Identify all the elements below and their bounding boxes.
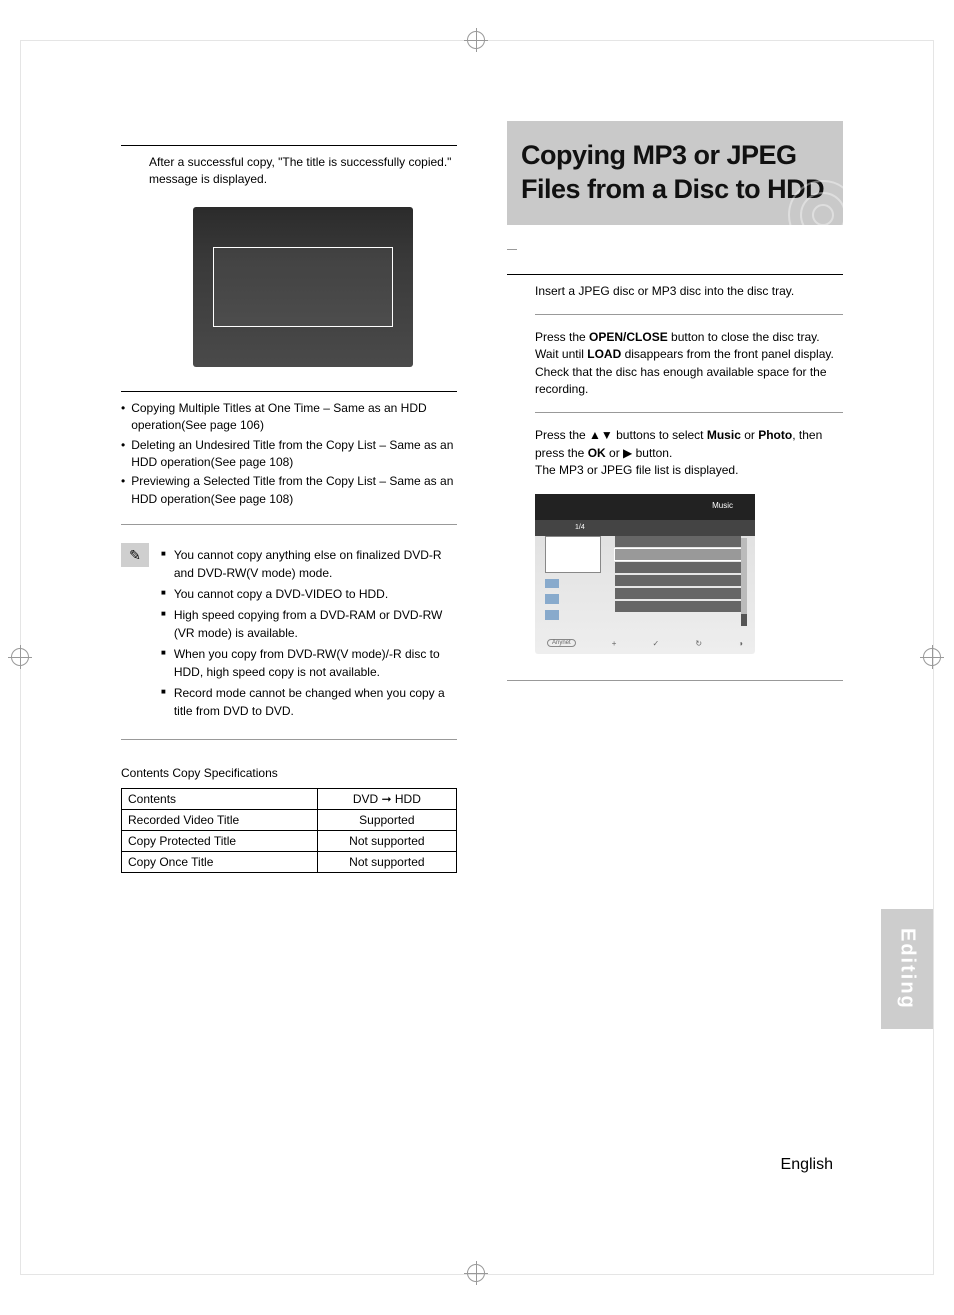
list-item: [615, 601, 741, 612]
photo-icon: [545, 610, 559, 620]
divider: [507, 274, 843, 275]
divider: [121, 145, 457, 146]
footer-language: English: [781, 1156, 833, 1173]
two-column-layout: After a successful copy, "The title is s…: [21, 41, 933, 913]
step-marker: .: [507, 249, 843, 250]
spec-title: Contents Copy Specifications: [121, 766, 457, 780]
crop-mark-bottom: [467, 1264, 487, 1284]
record-icon: ✓: [653, 639, 660, 648]
note-block: ✎ ■You cannot copy anything else on fina…: [121, 543, 457, 723]
table-cell: Not supported: [317, 852, 456, 873]
note-item: High speed copying from a DVD-RAM or DVD…: [174, 606, 457, 642]
screenshot-title: Music: [712, 501, 733, 510]
step-3-line-1: Press the ▲▼ buttons to select Music or …: [535, 427, 843, 462]
step-3-line-2: The MP3 or JPEG file list is displayed.: [535, 462, 843, 479]
section-tab-label: Editing: [896, 928, 919, 1010]
crop-mark-left: [11, 648, 31, 668]
th-direction: DVD ➞ HDD: [317, 789, 456, 810]
step-2-line-2: Wait until LOAD disappears from the fron…: [535, 346, 843, 363]
list-item: Deleting an Undesired Title from the Cop…: [131, 437, 457, 472]
anynet-badge: Anynet: [547, 639, 576, 647]
cross-ref-list: •Copying Multiple Titles at One Time – S…: [121, 400, 457, 508]
list-item-selected: [615, 549, 741, 560]
step-1-text: Insert a JPEG disc or MP3 disc into the …: [535, 283, 843, 300]
step-2-line-1: Press the OPEN/CLOSE button to close the…: [535, 329, 843, 346]
table-cell: Supported: [317, 810, 456, 831]
list-item: Previewing a Selected Title from the Cop…: [131, 473, 457, 508]
success-message: After a successful copy, "The title is s…: [149, 154, 457, 189]
table-cell: Not supported: [317, 831, 456, 852]
table-cell: Copy Protected Title: [122, 831, 318, 852]
music-icon: [545, 594, 559, 604]
section-title-box: Copying MP3 or JPEG Files from a Disc to…: [507, 121, 843, 225]
tv-screenshot-placeholder: [193, 207, 413, 367]
crop-mark-right: [923, 648, 943, 668]
decorative-circles: [743, 165, 843, 225]
step-2-line-3: Check that the disc has enough available…: [535, 364, 843, 399]
spec-table: Contents DVD ➞ HDD Recorded Video Title …: [121, 788, 457, 873]
divider: [121, 391, 457, 392]
divider-light: [507, 680, 843, 681]
section-tab: Editing: [881, 909, 933, 1029]
list-item: [615, 588, 741, 599]
crop-mark-top: [467, 31, 487, 51]
return-icon: ◑: [738, 639, 743, 648]
list-item: Copying Multiple Titles at One Time – Sa…: [131, 400, 457, 435]
left-column: After a successful copy, "The title is s…: [121, 121, 457, 873]
list-item: [615, 562, 741, 573]
note-icon: ✎: [121, 543, 149, 567]
divider-light: [535, 412, 843, 413]
note-item: You cannot copy a DVD-VIDEO to HDD.: [174, 585, 388, 603]
divider-light: [535, 314, 843, 315]
list-item: [615, 536, 741, 547]
list-item: [615, 575, 741, 586]
file-list-screenshot: Music 1/4 Anynet: [535, 494, 755, 654]
right-column: Copying MP3 or JPEG Files from a Disc to…: [507, 121, 843, 873]
menu-icon: ↻: [695, 639, 702, 648]
divider-light: [121, 524, 457, 525]
table-cell: Copy Once Title: [122, 852, 318, 873]
page-frame: After a successful copy, "The title is s…: [20, 40, 934, 1275]
th-contents: Contents: [122, 789, 318, 810]
note-item: Record mode cannot be changed when you c…: [174, 684, 457, 720]
divider-light: [121, 739, 457, 740]
page-footer: English: [781, 1156, 833, 1174]
play-icon: +: [612, 639, 617, 648]
folder-icon: [545, 579, 559, 589]
note-item: You cannot copy anything else on finaliz…: [174, 546, 457, 582]
steps-list: Insert a JPEG disc or MP3 disc into the …: [507, 283, 843, 480]
note-item: When you copy from DVD-RW(V mode)/-R dis…: [174, 645, 457, 681]
table-cell: Recorded Video Title: [122, 810, 318, 831]
